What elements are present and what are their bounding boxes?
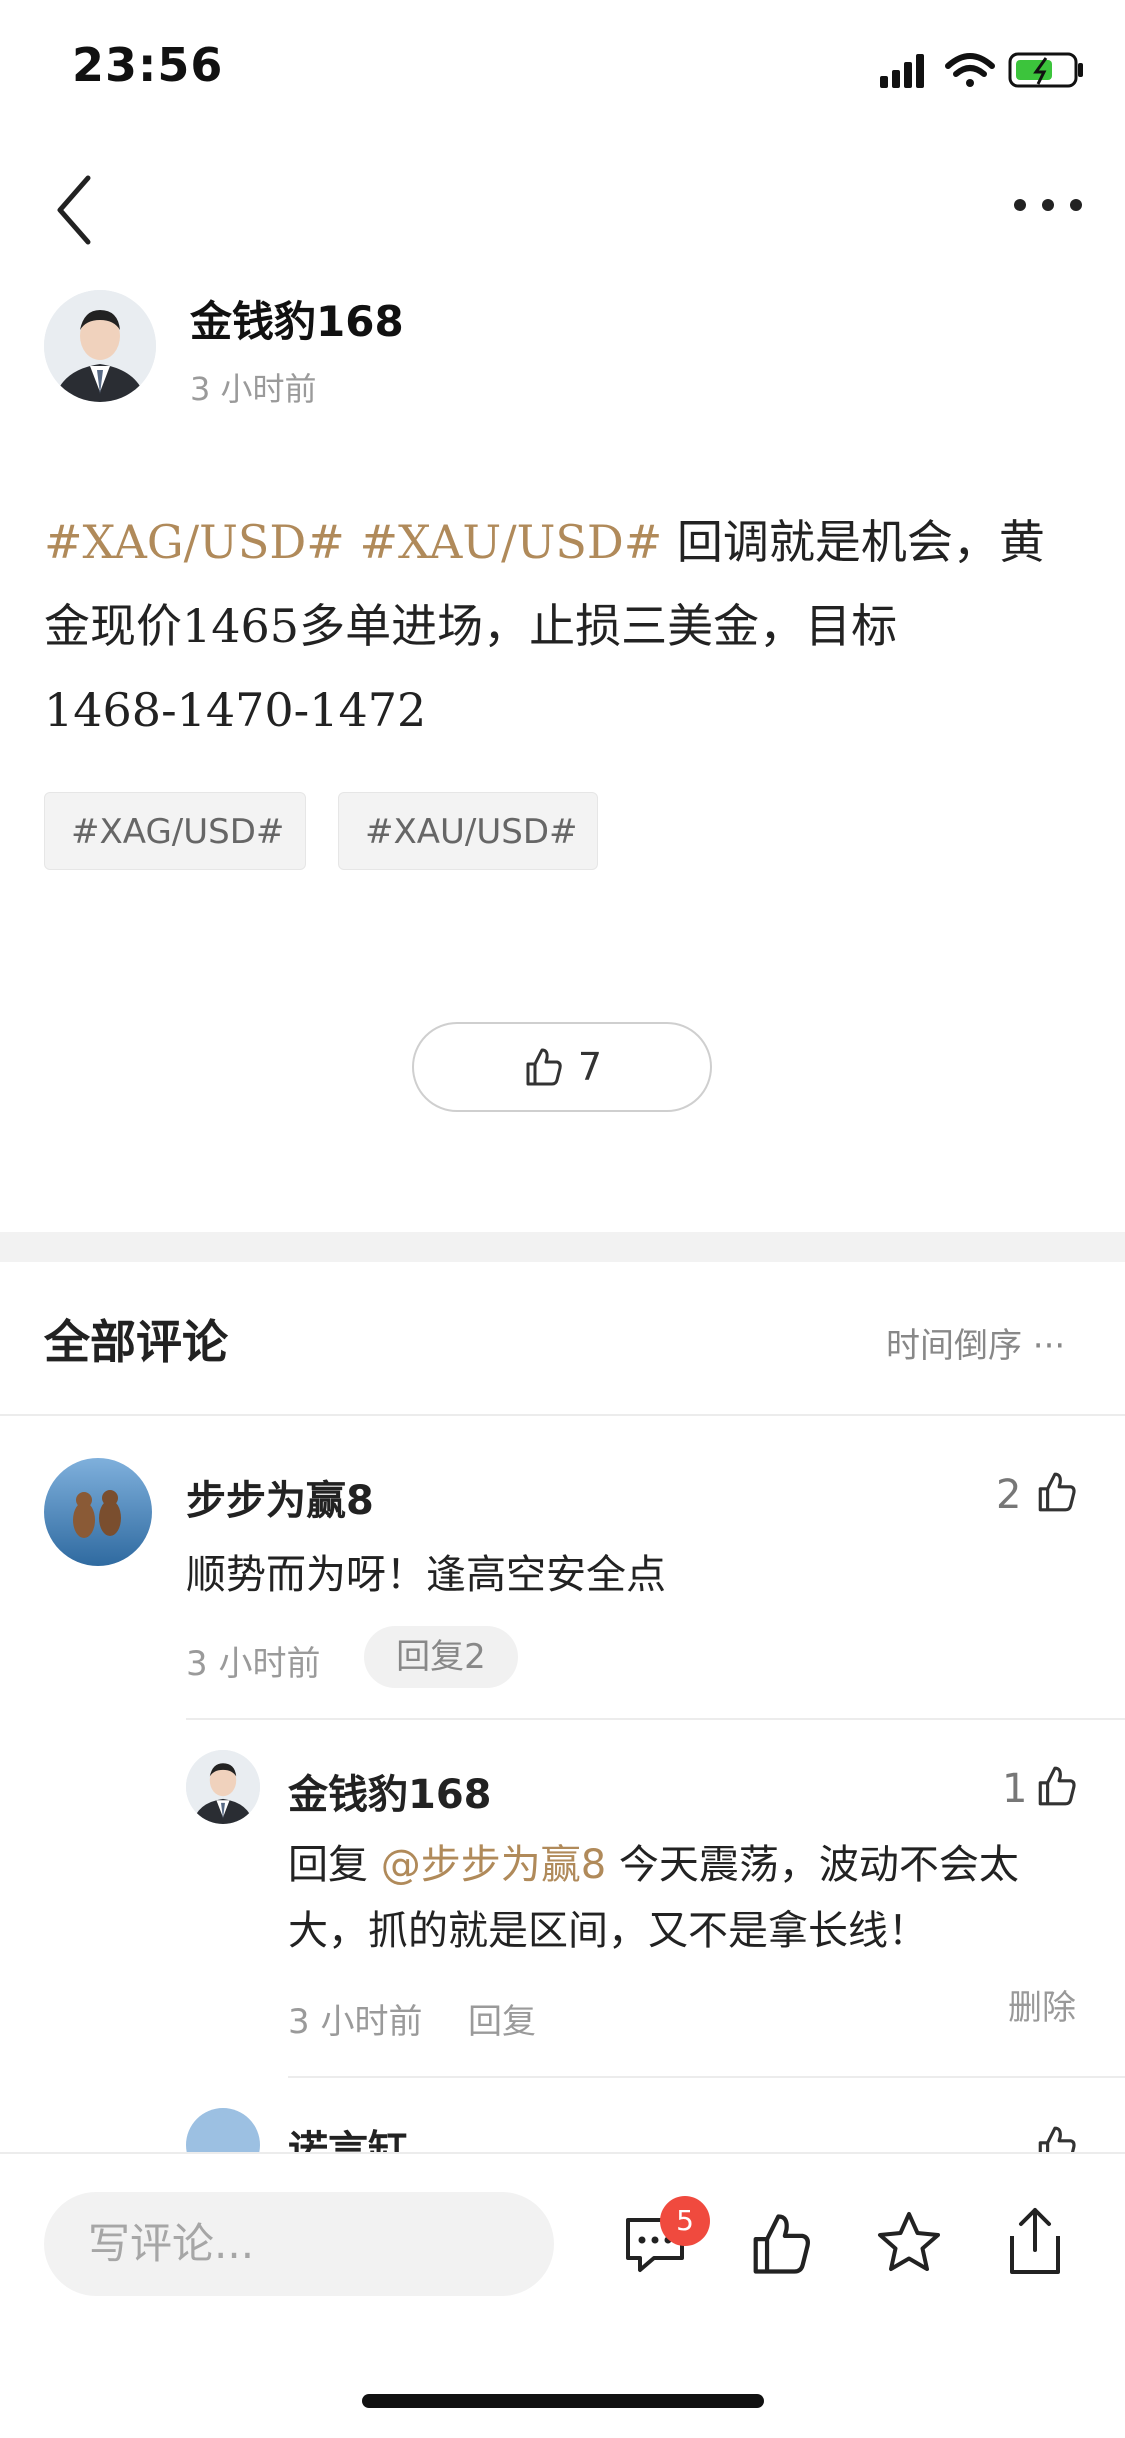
home-indicator: [362, 2394, 764, 2408]
tag-chip-xag[interactable]: #XAG/USD#: [44, 792, 306, 870]
post-text-b: 多单进场，止损三美金，目标: [299, 599, 898, 653]
back-icon[interactable]: [48, 170, 108, 250]
wifi-icon: [945, 53, 995, 87]
reply-time: 3 小时前: [288, 2002, 423, 2042]
comment-divider: [186, 1718, 1125, 1720]
thumbs-up-icon[interactable]: [1034, 1764, 1078, 1808]
thumbs-up-icon[interactable]: [746, 2210, 814, 2278]
tag-chip-xau[interactable]: #XAU/USD#: [338, 792, 598, 870]
section-divider: [0, 1232, 1125, 1262]
post-tag-xau[interactable]: #XAU/USD#: [359, 515, 662, 569]
comment-input[interactable]: 写评论...: [44, 2192, 554, 2296]
sort-button[interactable]: 时间倒序 ···: [886, 1318, 1065, 1367]
comment-divider: [288, 2076, 1125, 2078]
post-targets: 1468-1470-1472: [44, 683, 427, 737]
reply-text: 回复 @步步为赢8 今天震荡，波动不会太大，抓的就是区间，又不是拿长线！: [288, 1832, 1078, 1964]
thumbs-up-icon[interactable]: [1034, 1470, 1078, 1514]
status-time: 23:56: [72, 38, 224, 92]
comment-count-badge: 5: [660, 2196, 710, 2246]
post-like-count: 7: [577, 1045, 603, 1089]
view-replies-button[interactable]: 回复2: [364, 1626, 518, 1688]
reply-like-count: 1: [1002, 1766, 1028, 1812]
share-icon[interactable]: [1002, 2204, 1068, 2278]
comments-title: 全部评论: [44, 1315, 228, 1369]
post-tag-xag[interactable]: #XAG/USD#: [44, 515, 345, 569]
post-like-button[interactable]: 7: [412, 1022, 712, 1112]
battery-icon: [1008, 52, 1083, 88]
comment-author[interactable]: 步步为赢8: [186, 1468, 374, 1526]
comments-header-divider: [0, 1414, 1125, 1416]
signal-icon: [880, 54, 924, 88]
reply-prefix: 回复: [288, 1842, 381, 1888]
star-icon[interactable]: [874, 2208, 944, 2278]
comment-text: 顺势而为呀！逢高空安全点: [186, 1552, 666, 1598]
post-price: 1465: [182, 599, 300, 653]
post-time: 3 小时前: [190, 370, 317, 408]
reply-button[interactable]: 回复: [468, 1994, 536, 2043]
more-icon[interactable]: [1008, 180, 1088, 230]
thumbs-up-icon: [526, 1048, 562, 1086]
comment-like-count: 2: [996, 1472, 1022, 1518]
comment-time: 3 小时前: [186, 1644, 321, 1684]
delete-button[interactable]: 删除: [1008, 1980, 1076, 2029]
post-body: #XAG/USD# #XAU/USD# 回调就是机会，黄金现价1465多单进场，…: [44, 500, 1074, 752]
status-icons: [880, 52, 1083, 88]
author-name[interactable]: 金钱豹168: [190, 288, 404, 349]
author-avatar[interactable]: [44, 290, 156, 402]
reply-author-avatar[interactable]: [186, 1750, 260, 1824]
reply-author[interactable]: 金钱豹168: [288, 1762, 492, 1820]
commenter-avatar[interactable]: [44, 1458, 152, 1566]
reply-mention[interactable]: @步步为赢8: [381, 1842, 606, 1888]
